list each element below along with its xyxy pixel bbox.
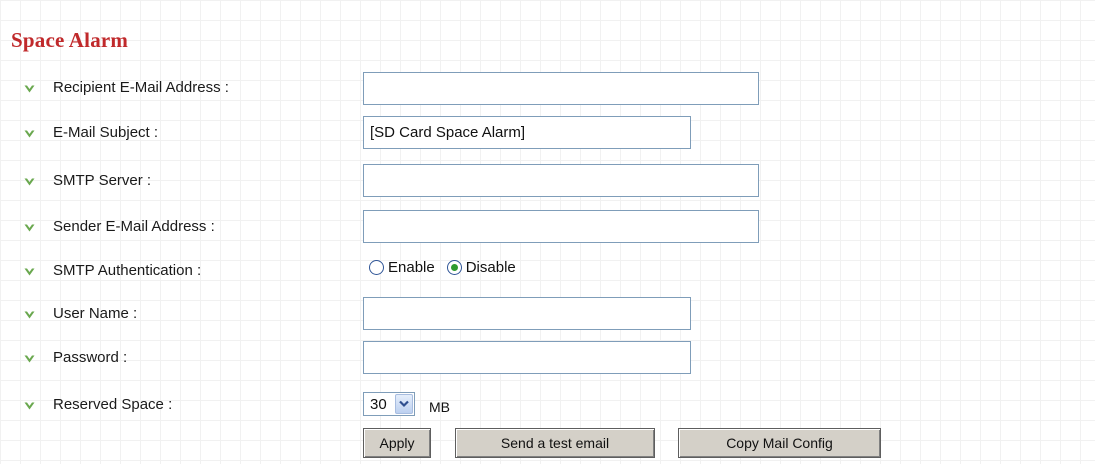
user-name-input[interactable] xyxy=(363,297,691,330)
copy-mail-config-button[interactable]: Copy Mail Config xyxy=(678,428,881,458)
apply-button[interactable]: Apply xyxy=(363,428,431,458)
recipient-email-row: Recipient E-Mail Address : xyxy=(24,72,1084,105)
smtp-auth-enable-radio[interactable] xyxy=(369,260,384,275)
smtp-server-input[interactable] xyxy=(363,164,759,197)
smtp-auth-label: SMTP Authentication : xyxy=(53,262,202,279)
bullet-check-icon xyxy=(24,85,35,93)
bullet-check-icon xyxy=(24,355,35,363)
user-name-label: User Name : xyxy=(53,305,138,322)
email-subject-row: E-Mail Subject : xyxy=(24,116,1084,149)
reserved-space-unit: MB xyxy=(429,399,450,415)
recipient-email-label: Recipient E-Mail Address : xyxy=(53,79,229,96)
bullet-check-icon xyxy=(24,178,35,186)
space-alarm-page: Space Alarm Recipient E-Mail Address : E… xyxy=(0,0,1095,464)
smtp-auth-disable-label[interactable]: Disable xyxy=(466,259,516,276)
reserved-space-row: Reserved Space : 30 MB xyxy=(24,390,1084,420)
password-input[interactable] xyxy=(363,341,691,374)
dropdown-arrow-button[interactable] xyxy=(395,394,413,414)
sender-email-input[interactable] xyxy=(363,210,759,243)
reserved-space-label: Reserved Space : xyxy=(53,396,173,413)
section-title: Space Alarm xyxy=(11,28,129,52)
bullet-check-icon xyxy=(24,402,35,410)
bullet-check-icon xyxy=(24,130,35,138)
sender-email-row: Sender E-Mail Address : xyxy=(24,210,1084,243)
smtp-server-row: SMTP Server : xyxy=(24,164,1084,197)
smtp-auth-row: SMTP Authentication : Enable Disable xyxy=(24,256,1084,286)
password-label: Password : xyxy=(53,349,128,366)
smtp-server-label: SMTP Server : xyxy=(53,172,152,189)
smtp-auth-enable-label[interactable]: Enable xyxy=(388,259,435,276)
reserved-space-value: 30 xyxy=(370,396,387,413)
smtp-auth-radio-group: Enable Disable xyxy=(369,259,528,276)
email-subject-input[interactable] xyxy=(363,116,691,149)
reserved-space-select[interactable]: 30 xyxy=(363,392,415,416)
bullet-check-icon xyxy=(24,224,35,232)
email-subject-label: E-Mail Subject : xyxy=(53,124,159,141)
recipient-email-input[interactable] xyxy=(363,72,759,105)
sender-email-label: Sender E-Mail Address : xyxy=(53,218,215,235)
bullet-check-icon xyxy=(24,311,35,319)
send-test-email-button[interactable]: Send a test email xyxy=(455,428,655,458)
chevron-down-icon xyxy=(399,400,409,408)
smtp-auth-disable-radio[interactable] xyxy=(446,260,462,275)
user-name-row: User Name : xyxy=(24,297,1084,330)
password-row: Password : xyxy=(24,341,1084,374)
bullet-check-icon xyxy=(24,268,35,276)
